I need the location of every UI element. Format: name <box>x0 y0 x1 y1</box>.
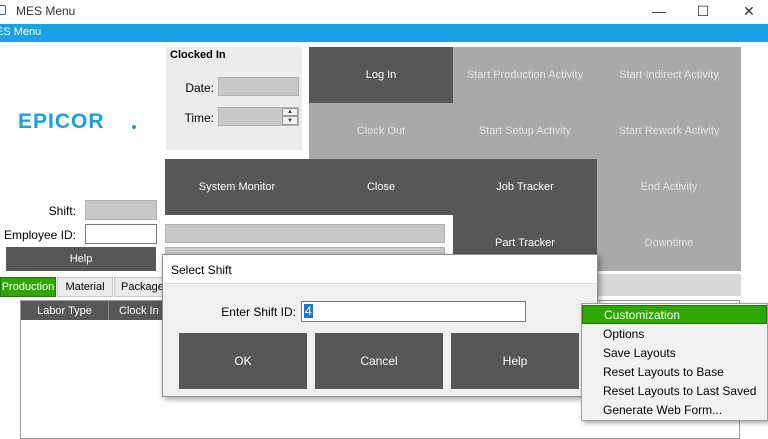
column-header-labor-type[interactable]: Labor Type <box>21 301 109 320</box>
shift-label: Shift: <box>48 204 76 218</box>
start-rework-activity-button[interactable]: Start Rework Activity <box>597 103 741 159</box>
downtime-button[interactable]: Downtime <box>597 215 741 271</box>
menu-item-customization[interactable]: Customization <box>582 305 767 324</box>
maximize-button[interactable]: ☐ <box>680 0 726 22</box>
start-production-activity-button[interactable]: Start Production Activity <box>453 47 597 103</box>
menu-item-save-layouts[interactable]: Save Layouts <box>582 343 767 362</box>
column-header-clock-in[interactable]: Clock In <box>109 301 164 320</box>
system-monitor-button[interactable]: System Monitor <box>165 159 309 215</box>
window-title: MES Menu <box>16 4 76 18</box>
dialog-help-button[interactable]: Help <box>451 333 579 389</box>
shift-field <box>85 200 157 220</box>
time-label: Time: <box>184 111 214 125</box>
date-field <box>218 77 299 96</box>
date-label: Date: <box>185 81 214 95</box>
epicor-logo: EPICOR <box>18 110 105 133</box>
job-tracker-button[interactable]: Job Tracker <box>453 159 597 215</box>
employee-id-input[interactable] <box>85 224 157 244</box>
shift-id-value: 4 <box>304 304 313 318</box>
minimize-button[interactable]: — <box>636 0 682 22</box>
start-indirect-activity-button[interactable]: Start Indirect Activity <box>597 47 741 103</box>
menu-strip[interactable]: ES Menu <box>0 24 768 42</box>
clock-out-button[interactable]: Clock Out <box>309 103 453 159</box>
menu-item-options[interactable]: Options <box>582 324 767 343</box>
tab-production[interactable]: Production <box>0 277 56 297</box>
tab-package[interactable]: Package <box>114 277 164 297</box>
employee-id-label: Employee ID: <box>3 228 76 242</box>
menu-item-reset-layouts-base[interactable]: Reset Layouts to Base <box>582 362 767 381</box>
ok-button[interactable]: OK <box>179 333 307 389</box>
menu-strip-label[interactable]: ES Menu <box>0 26 41 38</box>
menu-item-reset-layouts-last-saved[interactable]: Reset Layouts to Last Saved <box>582 381 767 400</box>
shift-id-input[interactable]: 4 <box>301 301 526 322</box>
log-in-button[interactable]: Log In <box>309 47 453 103</box>
time-up-icon[interactable]: ▲ <box>282 108 298 116</box>
close-button[interactable]: Close <box>309 159 453 215</box>
menu-item-generate-web-form[interactable]: Generate Web Form... <box>582 400 767 419</box>
start-setup-activity-button[interactable]: Start Setup Activity <box>453 103 597 159</box>
logo-dot <box>132 125 136 129</box>
clocked-in-panel <box>166 47 302 150</box>
tab-strip-filler <box>598 274 741 296</box>
app-icon <box>0 5 6 15</box>
title-bar: MES Menu — ☐ ✕ <box>0 0 768 24</box>
cancel-button[interactable]: Cancel <box>315 333 443 389</box>
help-button[interactable]: Help <box>6 247 156 271</box>
tab-material[interactable]: Material <box>57 277 113 297</box>
clocked-in-heading: Clocked In <box>170 49 226 61</box>
dialog-title: Select Shift <box>171 263 232 277</box>
shift-id-label: Enter Shift ID: <box>221 305 296 319</box>
close-window-button[interactable]: ✕ <box>726 0 768 22</box>
end-activity-button[interactable]: End Activity <box>597 159 741 215</box>
time-down-icon[interactable]: ▼ <box>282 116 298 125</box>
info-field-1 <box>165 224 445 243</box>
